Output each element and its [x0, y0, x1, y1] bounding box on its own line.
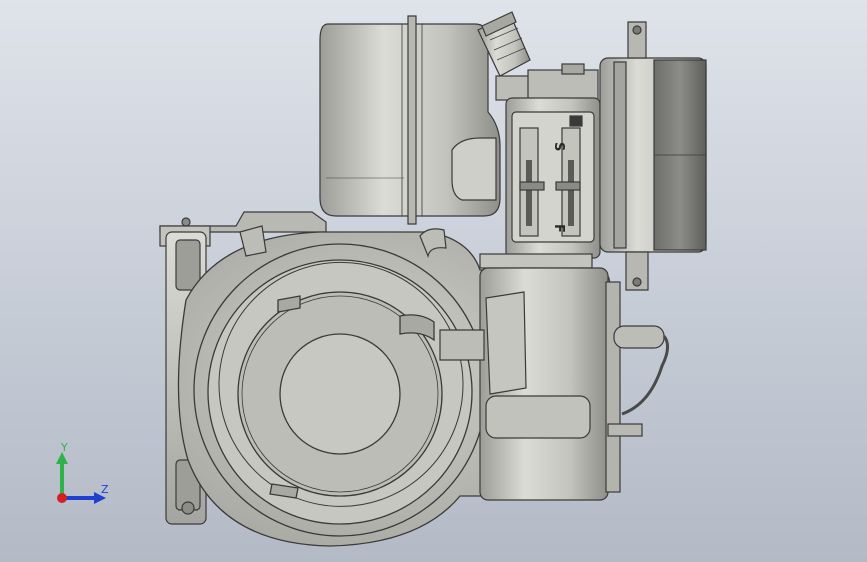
triad-z-label: Z	[101, 483, 109, 496]
engine-model[interactable]: S F	[0, 0, 867, 562]
triad-y-label: Y	[61, 441, 68, 454]
graphics-viewport[interactable]: S F Y Z	[0, 0, 867, 562]
fuel-tank	[319, 15, 501, 225]
throttle-label-s: S	[551, 142, 566, 151]
throttle-label-f: F	[551, 224, 566, 233]
coordinate-triad: Y Z	[50, 440, 120, 510]
x-axis-dot	[57, 493, 67, 503]
air-filter-box	[599, 21, 707, 291]
